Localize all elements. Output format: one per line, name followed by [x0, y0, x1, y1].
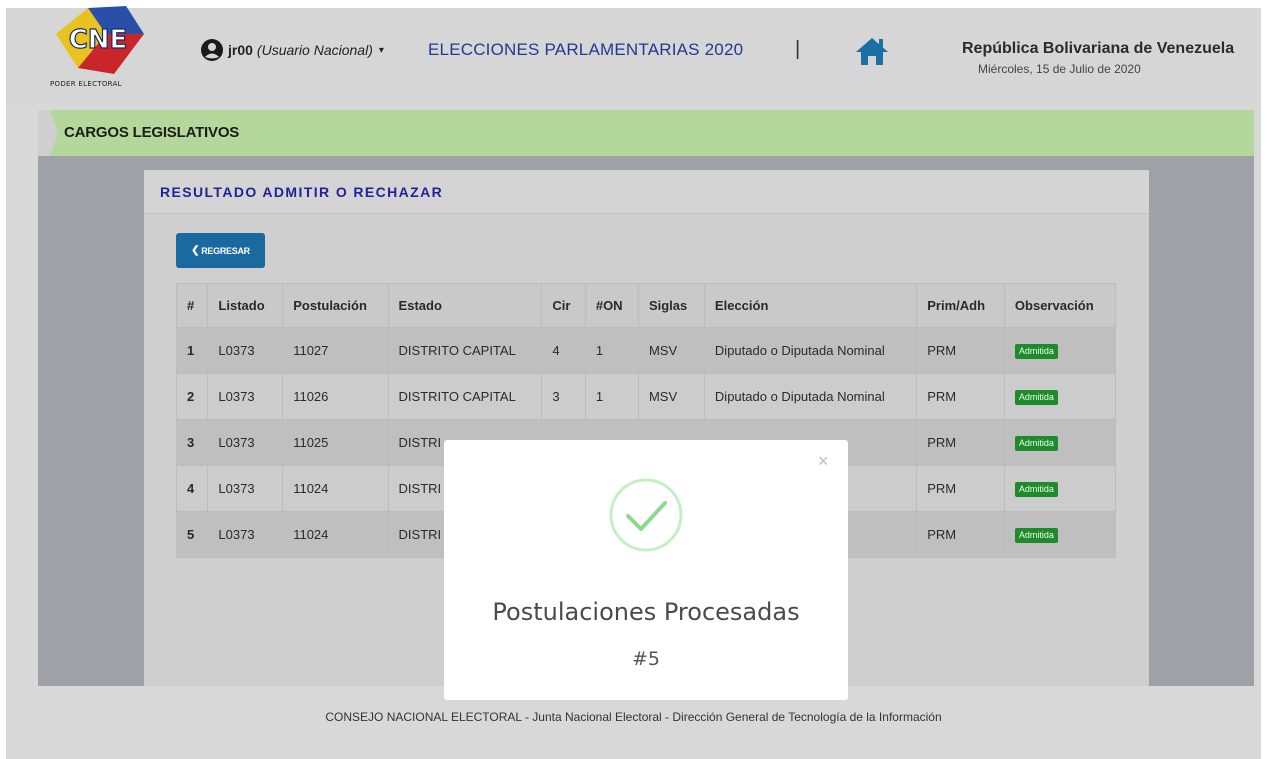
- status-badge: Admitida: [1014, 436, 1058, 451]
- cell-number: 3: [175, 419, 209, 466]
- col-header-prim-adh[interactable]: Prim/Adh: [916, 283, 1005, 328]
- status-badge: Admitida: [1014, 344, 1058, 359]
- back-button-label: REGRESAR: [201, 245, 250, 256]
- current-date: Miércoles, 15 de Julio de 2020: [978, 62, 1141, 76]
- cell-on: 1: [584, 373, 639, 420]
- status-badge: Admitida: [1014, 482, 1058, 497]
- country-name: República Bolivariana de Venezuela: [962, 40, 1235, 57]
- cell-observacion: Admitida: [1003, 327, 1117, 374]
- modal-count: #5: [631, 648, 660, 670]
- cell-observacion: Admitida: [1003, 373, 1117, 420]
- cell-siglas: MSV: [637, 327, 705, 374]
- cell-siglas: MSV: [637, 373, 705, 420]
- cell-cir: 3: [541, 373, 586, 420]
- page: CNE PODER ELECTORAL jr00 (Usuario Nacion…: [0, 0, 1267, 759]
- cell-estado: DISTRITO CAPITAL: [387, 327, 543, 374]
- cell-postulacion: 11025: [282, 419, 389, 466]
- logo-letters: CNE: [69, 25, 128, 55]
- chevron-left-icon: ❮: [191, 245, 200, 256]
- cell-observacion: Admitida: [1003, 419, 1117, 466]
- cell-number: 4: [175, 465, 209, 512]
- col-header-siglas[interactable]: Siglas: [637, 283, 705, 328]
- cell-observacion: Admitida: [1003, 511, 1117, 558]
- cell-listado: L0373: [207, 419, 284, 466]
- cell-postulacion: 11027: [282, 327, 389, 374]
- cne-logo[interactable]: CNE: [48, 4, 148, 90]
- cell-postulacion: 11024: [282, 511, 389, 558]
- col-header-cir[interactable]: Cir: [541, 283, 586, 328]
- col-header-eleccion[interactable]: Elección: [703, 283, 918, 328]
- col-header-listado[interactable]: Listado: [207, 283, 284, 328]
- user-icon: [201, 39, 223, 61]
- cell-eleccion: Diputado o Diputada Nominal: [703, 327, 918, 374]
- logo-caption: PODER ELECTORAL: [50, 80, 122, 88]
- cell-number: 2: [175, 373, 209, 420]
- table-row[interactable]: 2 L0373 11026 DISTRITO CAPITAL 3 1 MSV D…: [175, 373, 1117, 420]
- col-header-number[interactable]: #: [175, 283, 209, 328]
- table-header-row: # Listado Postulación Estado Cir #ON Sig…: [175, 283, 1117, 328]
- cell-number: 1: [175, 327, 209, 374]
- footer-text: CONSEJO NACIONAL ELECTORAL - Junta Nacio…: [325, 710, 942, 724]
- cell-listado: L0373: [207, 327, 284, 374]
- col-header-postulacion[interactable]: Postulación: [282, 283, 389, 328]
- cell-postulacion: 11026: [282, 373, 389, 420]
- col-header-observacion[interactable]: Observación: [1003, 283, 1117, 328]
- cell-listado: L0373: [207, 465, 284, 512]
- close-icon[interactable]: ×: [818, 451, 829, 472]
- status-badge: Admitida: [1014, 390, 1058, 405]
- cell-observacion: Admitida: [1003, 465, 1117, 512]
- col-header-estado[interactable]: Estado: [387, 283, 543, 328]
- cell-prim-adh: PRM: [916, 373, 1005, 420]
- chevron-down-icon: ▾: [378, 44, 384, 56]
- cell-on: 1: [584, 327, 639, 374]
- cell-prim-adh: PRM: [916, 511, 1005, 558]
- election-title: ELECCIONES PARLAMENTARIAS 2020: [428, 40, 744, 59]
- back-button[interactable]: ❮ REGRESAR: [176, 233, 265, 268]
- user-role: (Usuario Nacional): [256, 42, 373, 58]
- success-check-icon: [609, 478, 683, 552]
- section-title: CARGOS LEGISLATIVOS: [64, 124, 240, 141]
- cell-cir: 4: [541, 327, 586, 374]
- table-row[interactable]: 1 L0373 11027 DISTRITO CAPITAL 4 1 MSV D…: [175, 327, 1117, 374]
- cell-postulacion: 11024: [282, 465, 389, 512]
- cell-estado: DISTRITO CAPITAL: [387, 373, 543, 420]
- user-name: jr00: [228, 42, 253, 58]
- cell-listado: L0373: [207, 511, 284, 558]
- cell-eleccion: Diputado o Diputada Nominal: [703, 373, 918, 420]
- cell-prim-adh: PRM: [916, 327, 1005, 374]
- cell-number: 5: [175, 511, 209, 558]
- cell-prim-adh: PRM: [916, 419, 1005, 466]
- status-badge: Admitida: [1014, 528, 1058, 543]
- panel-title: RESULTADO ADMITIR O RECHAZAR: [160, 184, 444, 200]
- cell-listado: L0373: [207, 373, 284, 420]
- modal-title: Postulaciones Procesadas: [492, 598, 800, 626]
- col-header-on[interactable]: #ON: [584, 283, 639, 328]
- home-icon[interactable]: [855, 36, 889, 66]
- user-menu[interactable]: jr00 (Usuario Nacional) ▾: [200, 38, 384, 62]
- cell-prim-adh: PRM: [916, 465, 1005, 512]
- header-separator: |: [795, 38, 801, 60]
